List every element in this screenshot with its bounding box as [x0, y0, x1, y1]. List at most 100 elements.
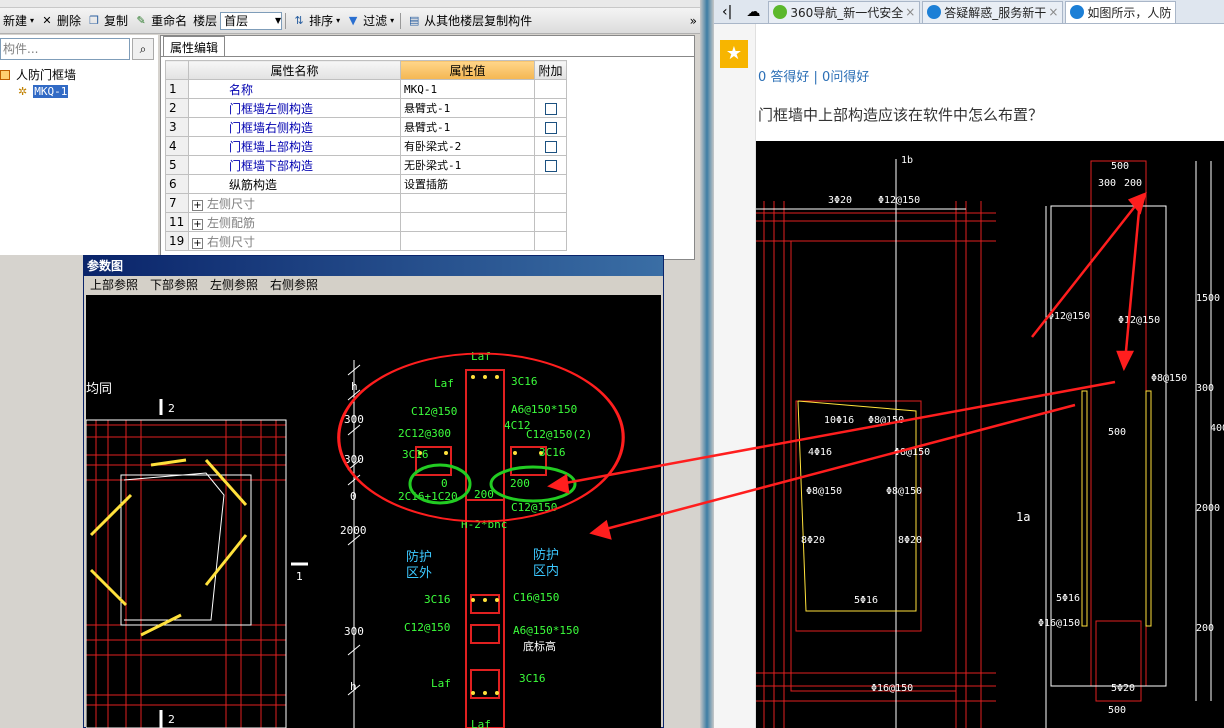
rebar-label: Laf — [434, 377, 454, 390]
property-value[interactable]: 设置插筋 — [400, 174, 535, 194]
main-toolbar: 新建 ▾ ✕ 删除 ❐ 复制 ✎ 重命名 楼层 首层 ▼ ⇅ 排序 ▾ ▼ 过滤 ▾ ▤ 从其他楼层… — [0, 8, 700, 34]
row-number: 5 — [165, 155, 189, 175]
property-value[interactable] — [400, 231, 535, 251]
browser-tab-3[interactable]: 如图所示，人防 — [1065, 0, 1177, 23]
property-row[interactable]: 3 门框墙右侧构造 悬臂式-1 — [165, 117, 567, 137]
floor-select[interactable]: 首层 ▼ — [220, 11, 283, 30]
drawing-label: 5Φ20 — [1111, 683, 1135, 694]
property-row[interactable]: 6 纵筋构造 设置插筋 — [165, 174, 567, 194]
property-value[interactable]: 无卧梁式-1 — [400, 155, 535, 175]
tree-root-label: 人防门框墙 — [16, 68, 77, 82]
filter-button[interactable]: ▼ 过滤 ▾ — [343, 10, 397, 32]
property-extra — [534, 136, 567, 156]
browser-tab-1[interactable]: 360导航_新一代安全 × — [768, 0, 921, 23]
property-value[interactable] — [400, 212, 535, 232]
extra-checkbox[interactable] — [544, 102, 557, 115]
expand-icon[interactable]: + — [192, 218, 203, 230]
property-row[interactable]: 1 名称 MKQ-1 — [165, 79, 567, 99]
dim-label: 300 — [344, 413, 364, 426]
section-grid — [86, 419, 287, 728]
property-row[interactable]: 11 + 左侧配筋 — [165, 212, 567, 232]
property-extra — [534, 117, 567, 137]
copy-button[interactable]: ❐ 复制 — [84, 10, 131, 32]
tab-favicon-icon — [1070, 5, 1085, 19]
copy-from-floor-button[interactable]: ▤ 从其他楼层复制构件 — [404, 10, 535, 32]
dim-label: h — [350, 680, 357, 693]
expand-icon[interactable]: + — [192, 199, 203, 211]
property-row[interactable]: 4 门框墙上部构造 有卧梁式-2 — [165, 136, 567, 156]
tree-root-item[interactable]: 人防门框墙 — [0, 66, 76, 83]
extra-checkbox[interactable] — [544, 140, 557, 153]
chevron-down-icon: ▼ — [274, 16, 282, 25]
rebar-label: 底标高 — [523, 639, 556, 653]
rebar-label: A6@150*150 — [513, 624, 579, 637]
menu-right-reference[interactable]: 右侧参照 — [270, 276, 318, 294]
expand-icon[interactable]: + — [192, 237, 203, 249]
property-value[interactable] — [400, 193, 535, 213]
top-strip — [0, 0, 700, 8]
menu-left-reference[interactable]: 左侧参照 — [210, 276, 258, 294]
property-extra — [534, 231, 567, 251]
property-row[interactable]: 5 门框墙下部构造 无卧梁式-1 — [165, 155, 567, 175]
floor-label: 楼层 — [193, 14, 218, 28]
folder-icon — [0, 69, 10, 80]
question-text: 门框墙中上部构造应该在软件中怎么布置？ — [758, 106, 1044, 124]
drawing-label: Φ8@150 — [1151, 373, 1187, 384]
rebar-label: 3C16 — [424, 593, 451, 606]
favorite-star-icon[interactable]: ★ — [720, 40, 748, 68]
section-mark-label: 1 — [296, 570, 303, 583]
property-value[interactable]: 悬臂式-1 — [400, 98, 535, 118]
dim-label: h — [351, 380, 358, 393]
menu-top-reference[interactable]: 上部参照 — [90, 276, 138, 294]
menu-bottom-reference[interactable]: 下部参照 — [150, 276, 198, 294]
rebar-label: C16@150 — [513, 591, 559, 604]
new-button[interactable]: 新建 ▾ — [0, 10, 37, 32]
extra-checkbox[interactable] — [544, 159, 557, 172]
drawing-label: Φ16@150 — [871, 683, 913, 694]
property-extra — [534, 155, 567, 175]
sort-button[interactable]: ⇅ 排序 ▾ — [289, 10, 343, 32]
rename-label: 重命名 — [151, 14, 188, 28]
rebar-label: 200 — [510, 477, 530, 490]
property-name: + 右侧尺寸 — [188, 231, 401, 251]
property-extra — [534, 174, 567, 194]
reference-menu: 上部参照 下部参照 左侧参照 右侧参照 — [84, 276, 660, 294]
drawing-label: Φ8@150 — [894, 447, 930, 458]
property-value[interactable]: 悬臂式-1 — [400, 117, 535, 137]
close-icon[interactable]: × — [905, 5, 915, 19]
search-input[interactable]: 构件... — [0, 38, 130, 60]
property-row[interactable]: 19 + 右侧尺寸 — [165, 231, 567, 251]
drawing-label: 5Φ16 — [854, 595, 878, 606]
toolbar-overflow-button[interactable]: » — [687, 10, 700, 32]
drawing-label: 500 — [1111, 161, 1129, 172]
property-value[interactable]: MKQ-1 — [400, 79, 535, 99]
window-divider — [700, 0, 714, 728]
delete-icon: ✕ — [42, 13, 52, 27]
cad-parameter-drawing: 均同 2 1 2 h 300 300 0 2000 300 h Laf Laf … — [86, 295, 661, 728]
property-name: 门框墙下部构造 — [188, 155, 401, 175]
tree-child-item[interactable]: ✲ MKQ-1 — [0, 83, 76, 100]
tab-property-edit[interactable]: 属性编辑 — [163, 36, 226, 56]
rebar-label: C12@150 — [411, 405, 457, 418]
rename-button[interactable]: ✎ 重命名 — [131, 10, 190, 32]
cloud-icon[interactable]: ☁ — [740, 4, 766, 20]
reference-window-title: 参数图 — [84, 256, 663, 276]
chevron-down-icon: ▾ — [390, 16, 395, 25]
back-icon[interactable]: ‹| — [714, 4, 740, 20]
property-value[interactable]: 有卧梁式-2 — [400, 136, 535, 156]
search-icon[interactable]: ⌕ — [132, 38, 154, 60]
floor-value: 首层 — [224, 14, 249, 28]
property-row[interactable]: 2 门框墙左侧构造 悬臂式-1 — [165, 98, 567, 118]
rebar-label: A6@150*150 — [511, 403, 577, 416]
drawing-label: Φ12@150 — [1118, 315, 1160, 326]
row-number: 2 — [165, 98, 189, 118]
sort-label: 排序 — [309, 14, 334, 28]
delete-button[interactable]: ✕ 删除 — [37, 10, 84, 32]
drawing-label: 5Φ16 — [1056, 593, 1080, 604]
property-row[interactable]: 7 + 左侧尺寸 — [165, 193, 567, 213]
browser-tab-2[interactable]: 答疑解惑_服务新干 × — [922, 0, 1064, 23]
extra-checkbox[interactable] — [544, 121, 557, 134]
property-name-label: 门框墙下部构造 — [229, 158, 314, 173]
close-icon[interactable]: × — [1048, 5, 1058, 19]
browser-tab-bar: ‹| ☁ 360导航_新一代安全 × 答疑解惑_服务新干 × 如图所示，人防 — [714, 0, 1224, 24]
